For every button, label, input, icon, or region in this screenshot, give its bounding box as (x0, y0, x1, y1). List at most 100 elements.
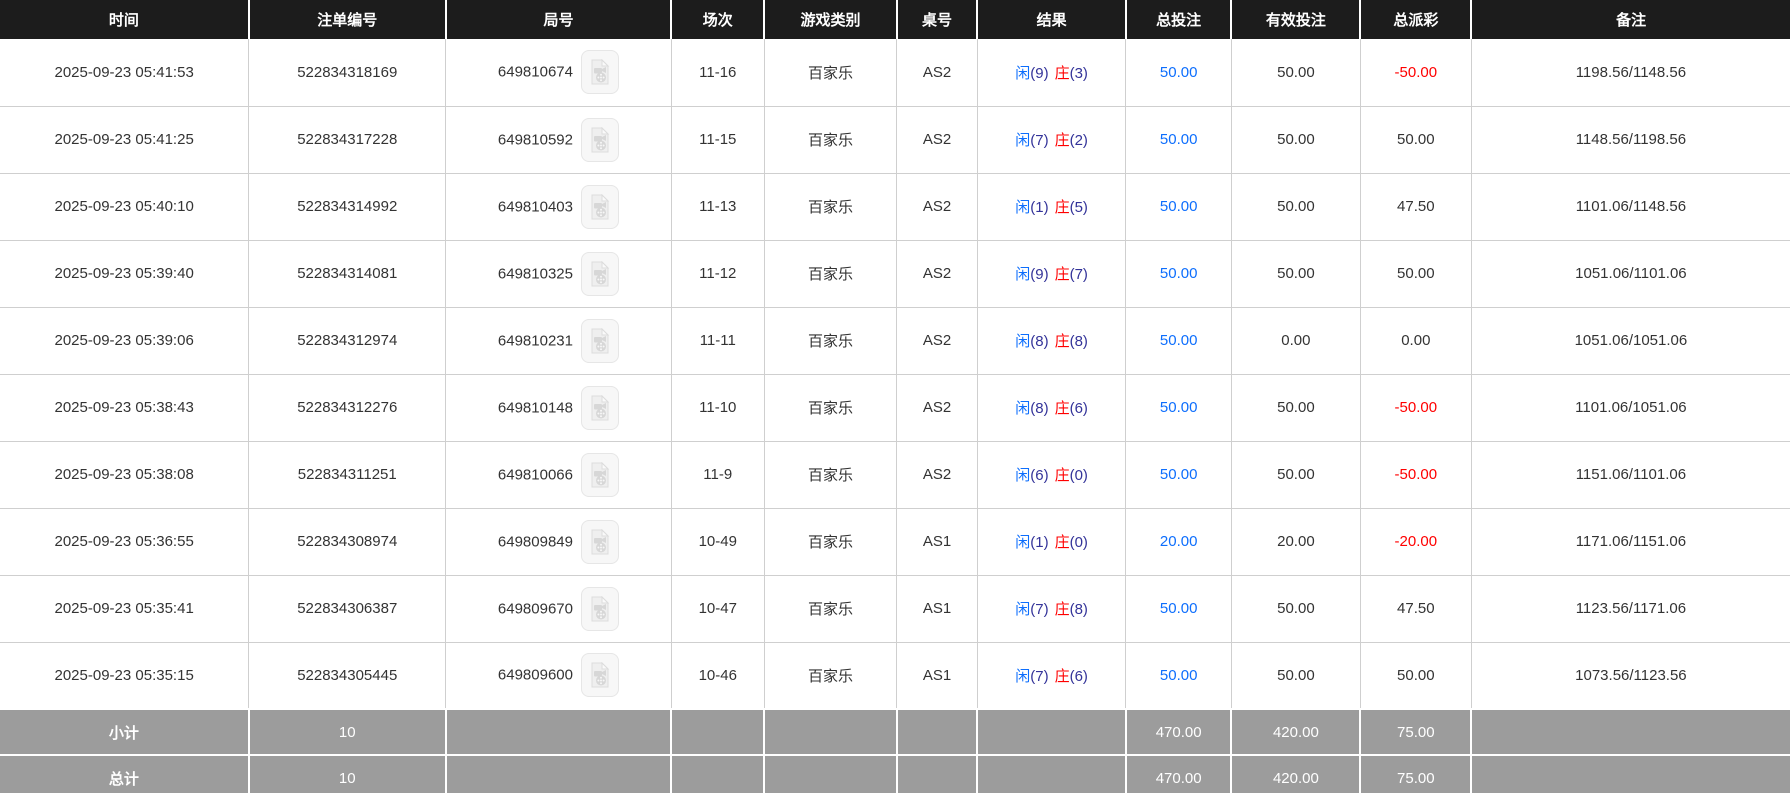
video-replay-button[interactable] (581, 385, 619, 430)
video-file-icon (591, 394, 610, 420)
total-row: 总计 10 470.00 420.00 75.00 (0, 754, 1790, 793)
total-bet-link[interactable]: 50.00 (1160, 64, 1198, 81)
session-cell: 10-47 (671, 575, 765, 643)
player-result-score: (7) (1030, 601, 1049, 618)
total-bet-link[interactable]: 50.00 (1160, 600, 1198, 617)
valid-bet-cell: 20.00 (1231, 508, 1361, 576)
total-bet-cell: 50.00 (1125, 441, 1232, 509)
session-cell: 11-13 (671, 173, 765, 241)
total-payout: 75.00 (1360, 754, 1473, 793)
bet-id-cell: 522834305445 (248, 642, 447, 710)
banker-result-label: 庄 (1054, 667, 1070, 685)
game-type-cell: 百家乐 (764, 508, 898, 576)
total-bet-cell: 50.00 (1125, 240, 1232, 308)
game-type-cell: 百家乐 (764, 106, 898, 174)
table-no-cell: AS2 (896, 106, 978, 174)
round-id: 649810592 (497, 131, 573, 148)
total-bet-cell: 50.00 (1125, 575, 1232, 643)
bet-id-cell: 522834308974 (248, 508, 447, 576)
game-type-cell: 百家乐 (764, 39, 898, 107)
remark-cell: 1198.56/1148.56 (1471, 39, 1790, 107)
table-no-cell: AS1 (896, 642, 978, 710)
table-row: 2025-09-23 05:40:10 522834314992 6498104… (0, 173, 1790, 241)
total-total-bet: 470.00 (1125, 754, 1233, 793)
valid-bet-cell: 50.00 (1231, 240, 1361, 308)
remark-cell: 1171.06/1151.06 (1471, 508, 1790, 576)
player-result-score: (1) (1030, 534, 1049, 551)
video-replay-button[interactable] (581, 184, 619, 229)
table-no-cell: AS2 (896, 240, 978, 308)
total-bet-link[interactable]: 50.00 (1160, 198, 1198, 215)
subtotal-payout: 75.00 (1360, 708, 1473, 755)
video-file-icon (591, 193, 610, 219)
bet-id-cell: 522834314081 (248, 240, 447, 308)
total-empty-table (896, 754, 979, 793)
player-result-label: 闲 (1015, 132, 1031, 149)
total-bet-link[interactable]: 50.00 (1160, 466, 1198, 483)
total-bet-cell: 50.00 (1125, 106, 1232, 174)
table-row: 2025-09-23 05:41:53 522834318169 6498106… (0, 39, 1790, 107)
total-empty-session (671, 754, 766, 793)
video-file-icon (591, 260, 610, 286)
video-replay-button[interactable] (581, 251, 619, 296)
subtotal-empty-result (977, 708, 1127, 755)
total-bet-cell: 50.00 (1125, 642, 1232, 710)
subtotal-valid-bet: 420.00 (1231, 708, 1362, 755)
banker-result-label: 庄 (1054, 601, 1070, 618)
video-replay-button[interactable] (581, 519, 619, 564)
video-file-icon (591, 327, 610, 353)
total-bet-link[interactable]: 50.00 (1160, 399, 1198, 416)
banker-result-score: (8) (1069, 601, 1088, 618)
table-no-cell: AS2 (896, 374, 978, 442)
video-file-icon (591, 662, 610, 688)
video-replay-button[interactable] (581, 50, 619, 95)
video-replay-button[interactable] (581, 318, 619, 363)
payout-cell: 47.50 (1360, 173, 1472, 241)
round-cell: 649810066 (445, 441, 672, 509)
payout-cell: 47.50 (1360, 575, 1472, 643)
total-bet-cell: 50.00 (1125, 307, 1232, 375)
player-result-label: 闲 (1015, 467, 1031, 484)
video-replay-button[interactable] (581, 452, 619, 497)
bet-id-cell: 522834314992 (248, 173, 447, 241)
video-replay-button[interactable] (581, 586, 619, 631)
banker-result-score: (5) (1069, 199, 1088, 216)
time-cell: 2025-09-23 05:36:55 (0, 508, 250, 576)
payout-cell: -50.00 (1360, 39, 1472, 107)
total-bet-cell: 20.00 (1125, 508, 1232, 576)
remark-cell: 1073.56/1123.56 (1471, 642, 1790, 710)
remark-cell: 1151.06/1101.06 (1471, 441, 1790, 509)
total-bet-link[interactable]: 50.00 (1160, 265, 1198, 282)
total-bet-link[interactable]: 20.00 (1160, 533, 1198, 550)
total-bet-link[interactable]: 50.00 (1160, 131, 1198, 148)
video-file-icon (591, 59, 610, 85)
video-file-icon (591, 528, 610, 554)
subtotal-empty-table (896, 708, 979, 755)
session-cell: 10-49 (671, 508, 765, 576)
player-result-label: 闲 (1015, 534, 1031, 551)
payout-cell: -50.00 (1360, 441, 1472, 509)
col-header-payout: 总派彩 (1360, 0, 1473, 39)
video-replay-button[interactable] (581, 117, 619, 162)
table-no-cell: AS1 (896, 508, 978, 576)
round-id: 649810325 (497, 265, 573, 282)
total-empty-remark (1471, 754, 1790, 793)
video-replay-button[interactable] (581, 653, 619, 698)
video-file-icon (591, 461, 610, 487)
banker-result-score: (3) (1069, 64, 1088, 82)
subtotal-row: 小计 10 470.00 420.00 75.00 (0, 708, 1790, 755)
col-header-total-bet: 总投注 (1125, 0, 1233, 39)
table-row: 2025-09-23 05:39:06 522834312974 6498102… (0, 307, 1790, 375)
player-result-label: 闲 (1015, 333, 1031, 350)
round-id: 649809849 (497, 533, 573, 550)
video-file-icon (591, 595, 610, 621)
total-bet-link[interactable]: 50.00 (1160, 667, 1198, 684)
total-bet-link[interactable]: 50.00 (1160, 332, 1198, 349)
time-cell: 2025-09-23 05:39:40 (0, 240, 250, 308)
subtotal-total-bet: 470.00 (1125, 708, 1233, 755)
session-cell: 11-11 (671, 307, 765, 375)
bet-id-cell: 522834311251 (248, 441, 447, 509)
banker-result-label: 庄 (1054, 64, 1070, 82)
bet-id-cell: 522834317228 (248, 106, 447, 174)
banker-result-score: (0) (1069, 467, 1088, 484)
